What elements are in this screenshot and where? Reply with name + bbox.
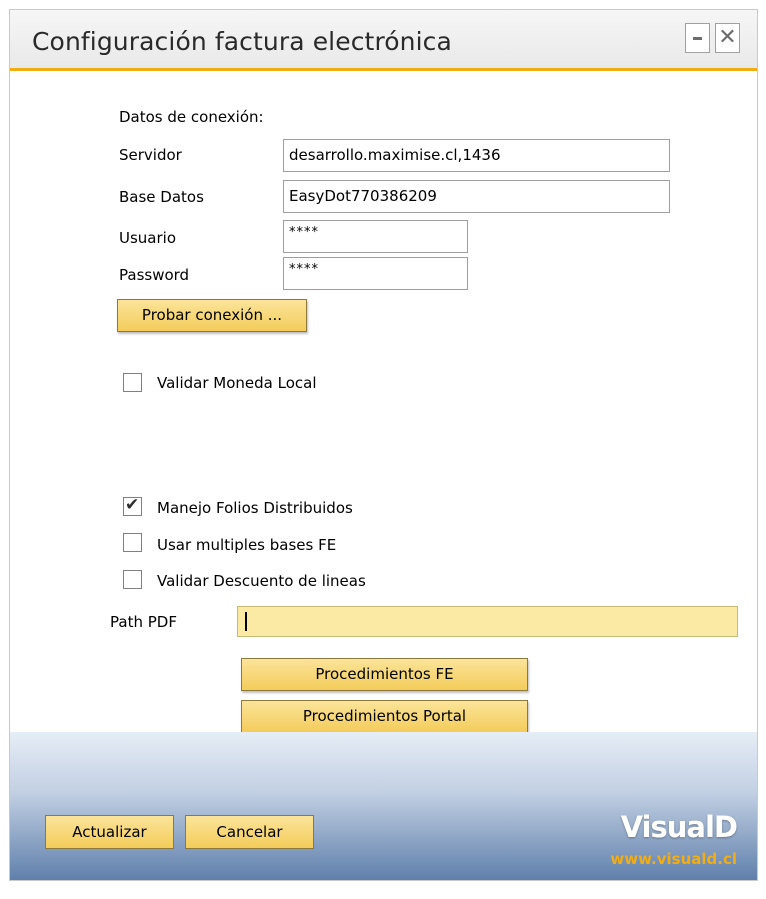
path-pdf-label: Path PDF [110,613,177,631]
manejo-folios-checkbox[interactable]: ✔ [123,495,142,516]
server-label: Servidor [119,146,182,164]
cancel-button[interactable]: Cancelar [185,815,314,849]
visuald-url: www.visuald.cl [610,850,737,868]
validar-descuento-checkbox[interactable] [123,570,142,589]
multiples-bases-checkbox[interactable] [123,533,142,552]
procedimientos-fe-button[interactable]: Procedimientos FE [241,658,528,691]
server-field[interactable]: desarrollo.maximise.cl,1436 [283,139,670,172]
window-title: Configuración factura electrónica [32,27,452,56]
multiples-bases-label: Usar multiples bases FE [157,536,337,554]
test-connection-button[interactable]: Probar conexión ... [117,299,307,332]
footer-panel: Actualizar Cancelar VisualD www.visuald.… [10,732,757,880]
title-bar: Configuración factura electrónica ✕ [10,10,757,71]
manejo-folios-label: Manejo Folios Distribuidos [157,499,353,517]
path-pdf-field[interactable] [237,606,738,637]
database-field[interactable]: EasyDot770386209 [283,180,670,213]
validar-moneda-local-checkbox[interactable] [123,373,142,392]
minimize-icon [693,37,702,40]
update-button[interactable]: Actualizar [45,815,174,849]
validar-descuento-label: Validar Descuento de lineas [157,572,366,590]
database-label: Base Datos [119,188,204,206]
user-field[interactable]: **** [283,220,468,253]
user-label: Usuario [119,229,177,247]
connection-section-label: Datos de conexión: [119,108,264,126]
checkmark-icon: ✔ [125,495,140,515]
password-label: Password [119,266,190,284]
close-icon: ✕ [718,25,737,50]
close-button[interactable]: ✕ [715,23,740,53]
password-field[interactable]: **** [283,257,468,290]
config-window: Configuración factura electrónica ✕ Dato… [9,9,758,881]
visuald-logo: VisualD [620,810,738,844]
text-caret [245,612,247,631]
procedimientos-portal-button[interactable]: Procedimientos Portal [241,700,528,733]
minimize-button[interactable] [685,23,710,53]
validar-moneda-local-label: Validar Moneda Local [157,374,317,392]
